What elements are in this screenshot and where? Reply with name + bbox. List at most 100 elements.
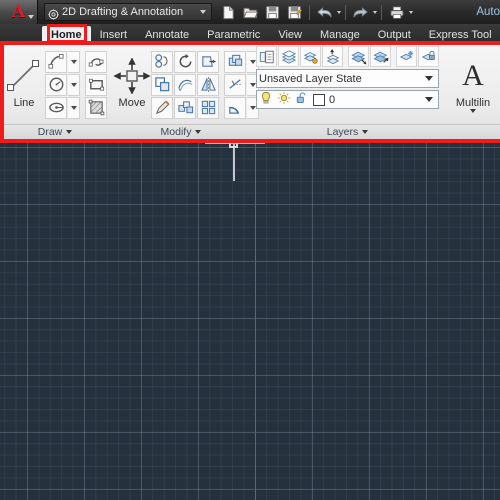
tab-view[interactable]: View — [269, 26, 311, 43]
layer-previous-button[interactable] — [322, 46, 343, 67]
tab-express-tools[interactable]: Express Tool — [420, 26, 500, 43]
copy-button[interactable] — [151, 50, 173, 73]
sun-icon[interactable] — [277, 91, 291, 108]
rotate-button[interactable] — [174, 50, 196, 73]
current-layer-name: 0 — [329, 93, 336, 106]
arc-button[interactable] — [45, 50, 67, 73]
drawing-canvas[interactable] — [0, 143, 500, 500]
new-button[interactable] — [218, 2, 239, 22]
layer-state-value: Unsaved Layer State — [259, 72, 362, 85]
tab-home[interactable]: Home — [42, 26, 91, 43]
move-button[interactable]: Move — [113, 49, 151, 121]
panel-layers: Unsaved Layer State 0 Layers — [252, 43, 443, 139]
mirror-button[interactable] — [197, 73, 219, 96]
panel-title-layers-label: Layers — [326, 126, 359, 138]
line-icon — [4, 55, 44, 97]
plot-dropdown-icon[interactable] — [409, 10, 413, 14]
workspace-label: 2D Drafting & Annotation — [62, 6, 184, 18]
erase-button[interactable] — [151, 96, 173, 119]
ribbon: Line Draw Move Modify Unsaved Layer Stat… — [0, 43, 500, 139]
move-icon — [113, 55, 151, 97]
tab-annotate[interactable]: Annotate — [136, 26, 198, 43]
chevron-down-icon — [425, 76, 433, 81]
offset-button[interactable] — [174, 73, 196, 96]
application-menu-button[interactable]: A — [0, 0, 38, 24]
layer-tools-row — [256, 46, 439, 67]
circle-dropdown[interactable] — [68, 73, 80, 96]
chevron-down-icon — [195, 130, 202, 134]
plot-button[interactable] — [386, 2, 407, 22]
polyline-button[interactable] — [85, 50, 107, 73]
tab-manage[interactable]: Manage — [311, 26, 369, 43]
panel-draw: Line Draw — [0, 43, 110, 139]
undo-button[interactable] — [314, 2, 335, 22]
gear-icon — [48, 7, 59, 20]
block-button[interactable] — [197, 96, 219, 119]
multiline-text-a-icon: A — [462, 58, 484, 92]
cursor-pickbox — [229, 143, 238, 148]
toolbar-separator — [345, 4, 346, 20]
array-button[interactable] — [224, 50, 246, 73]
ribbon-tab-bar: Home Insert Annotate Parametric View Man… — [0, 24, 500, 43]
ellipse-dropdown[interactable] — [68, 96, 80, 119]
open-button[interactable] — [240, 2, 261, 22]
line-button[interactable]: Line — [3, 49, 45, 121]
panel-title-draw[interactable]: Draw — [0, 124, 110, 139]
redo-dropdown-icon[interactable] — [373, 10, 377, 14]
layer-isolate-button[interactable] — [278, 46, 299, 67]
draw-tool-grid — [45, 50, 107, 119]
saveas-button[interactable] — [284, 2, 305, 22]
panel-title-draw-label: Draw — [37, 126, 63, 138]
rectangle-button[interactable] — [85, 73, 107, 96]
trim-button[interactable] — [224, 73, 246, 96]
scale-button[interactable] — [151, 73, 173, 96]
panel-modify: Move Modify — [110, 43, 259, 139]
lightbulb-icon[interactable] — [259, 91, 273, 108]
panel-title-layers[interactable]: Layers — [252, 124, 443, 139]
chevron-down-icon[interactable] — [200, 10, 206, 14]
circle-button[interactable] — [45, 73, 67, 96]
layer-freeze-button[interactable] — [396, 46, 417, 67]
save-button[interactable] — [262, 2, 283, 22]
layer-properties-button[interactable] — [256, 46, 277, 67]
layer-match-button[interactable] — [300, 46, 321, 67]
stretch-button[interactable] — [197, 50, 219, 73]
arc-dropdown[interactable] — [68, 50, 80, 73]
chevron-down-icon[interactable] — [470, 108, 476, 113]
panel-title-annotation[interactable] — [443, 124, 500, 139]
current-layer-dropdown[interactable]: 0 — [256, 90, 439, 109]
fillet-button[interactable] — [224, 96, 246, 119]
tab-output[interactable]: Output — [369, 26, 420, 43]
autocad-a-logo-icon: A — [11, 1, 26, 22]
chevron-down-icon[interactable] — [28, 15, 34, 19]
layer-off-button[interactable] — [348, 46, 369, 67]
panel-title-modify[interactable]: Modify — [110, 124, 252, 139]
layer-on-button[interactable] — [370, 46, 391, 67]
chevron-down-icon — [362, 130, 369, 134]
y-axis-line — [255, 143, 256, 500]
grid-overlay — [0, 143, 500, 500]
tab-insert[interactable]: Insert — [91, 26, 137, 43]
line-button-label: Line — [13, 96, 35, 109]
unlocked-padlock-icon[interactable] — [295, 91, 309, 108]
explode-button[interactable] — [174, 96, 196, 119]
application-title: Auto — [476, 6, 500, 18]
hatch-button[interactable] — [85, 96, 107, 119]
tab-parametric[interactable]: Parametric — [198, 26, 269, 43]
modify-tool-grid — [151, 50, 259, 119]
workspace-switcher[interactable]: 2D Drafting & Annotation — [44, 3, 212, 21]
crosshair-vertical — [233, 143, 235, 181]
layer-lock-button[interactable] — [418, 46, 439, 67]
chevron-down-icon — [70, 82, 77, 87]
layer-state-dropdown[interactable]: Unsaved Layer State — [256, 69, 439, 88]
ellipse-button[interactable] — [45, 96, 67, 119]
move-button-label: Move — [118, 96, 146, 109]
title-bar: A 2D Drafting & Annotation Auto — [0, 0, 500, 24]
layer-color-swatch[interactable] — [313, 93, 325, 106]
multiline-text-button[interactable]: A Multilin — [446, 49, 500, 121]
autocad-window: A 2D Drafting & Annotation Auto Home Ins… — [0, 0, 500, 500]
chevron-down-icon — [70, 105, 77, 110]
undo-dropdown-icon[interactable] — [337, 10, 341, 14]
toolbar-separator — [381, 4, 382, 20]
redo-button[interactable] — [350, 2, 371, 22]
